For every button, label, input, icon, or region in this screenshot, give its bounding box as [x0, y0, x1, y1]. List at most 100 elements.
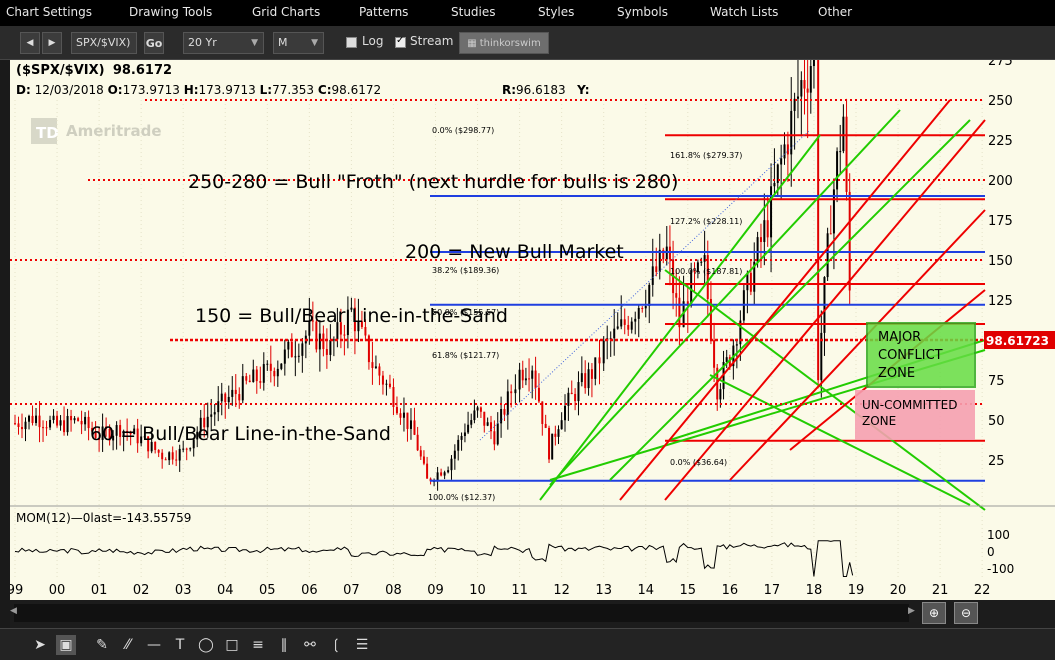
menu-watch-lists[interactable]: Watch Lists	[710, 5, 778, 19]
more-tools-icon[interactable]: ☰	[352, 635, 372, 655]
fib-label: 100.0% ($187.81)	[670, 267, 742, 276]
x-axis-label: 15	[680, 583, 697, 598]
timeframe-select[interactable]: 20 Yr ▼	[183, 32, 264, 54]
back-button[interactable]: ◀	[20, 32, 40, 54]
menu-drawing-tools[interactable]: Drawing Tools	[129, 5, 212, 19]
candle-body	[756, 237, 759, 262]
cursor-tool-icon[interactable]: ➤	[30, 635, 50, 655]
menu-styles[interactable]: Styles	[538, 5, 574, 19]
thinkorswim-button[interactable]: ▦ thinkorswim	[459, 32, 549, 54]
candle-body	[457, 439, 460, 451]
fibonacci-tool-icon[interactable]: ≡	[248, 635, 268, 655]
uncommitted-zone-label: UN-COMMITTED	[862, 398, 957, 412]
candle-body	[655, 266, 658, 272]
menu-grid-charts[interactable]: Grid Charts	[252, 5, 320, 19]
candle-body	[803, 80, 806, 89]
price-channel-tool-icon[interactable]: ⚯	[300, 635, 320, 655]
candle-body	[213, 412, 216, 415]
chart-area[interactable]: ($SPX/$VIX) 98.6172 D: 12/03/2018 O:173.…	[10, 60, 1055, 600]
candle-body	[161, 452, 164, 460]
horizontal-line-tool-icon[interactable]: —	[144, 635, 164, 655]
checkmark-icon: ✓	[396, 35, 405, 46]
candle-body	[463, 432, 466, 436]
back-arrow-icon: ◀	[26, 38, 34, 48]
candle-body	[479, 407, 482, 412]
candle-body	[651, 266, 654, 285]
x-axis-label: 10	[469, 583, 486, 598]
candle-body	[245, 376, 248, 381]
candle-body	[84, 416, 87, 425]
forward-arrow-icon: ▶	[48, 38, 56, 48]
major-zone-label: MAJOR	[878, 330, 921, 345]
candle-body	[749, 272, 752, 292]
candle-body	[395, 407, 398, 414]
thinkorswim-logo-icon: ▦	[467, 37, 477, 49]
gann-fan-tool-icon[interactable]: ❲	[326, 635, 346, 655]
candle-body	[24, 421, 27, 430]
candle-body	[713, 340, 716, 368]
zoom-in-icon: ⊕	[928, 606, 940, 620]
candle-body	[392, 387, 395, 408]
candle-body	[836, 151, 839, 190]
scroll-left-icon[interactable]: ◀	[10, 606, 17, 616]
pencil-tool-icon[interactable]: ✎	[92, 635, 112, 655]
go-button[interactable]: Go	[144, 32, 164, 54]
candle-body	[385, 383, 388, 385]
candle-body	[584, 373, 587, 389]
candle-body	[234, 389, 237, 395]
candle-body	[371, 362, 374, 368]
symbol-input[interactable]: SPX/$VIX)	[71, 32, 137, 54]
candle-body	[35, 415, 38, 424]
candle-body	[447, 470, 450, 473]
candle-body	[537, 387, 540, 402]
candle-body	[280, 363, 283, 369]
candle-body	[510, 391, 513, 394]
candle-body	[613, 328, 616, 339]
candle-body	[493, 431, 496, 445]
forward-button[interactable]: ▶	[42, 32, 62, 54]
candle-body	[343, 334, 346, 336]
zoom-in-button[interactable]: ⊕	[922, 602, 946, 624]
menu-other[interactable]: Other	[818, 5, 852, 19]
last-price-axis-label: 98.61723	[986, 334, 1049, 348]
aggregation-select[interactable]: M ▼	[273, 32, 324, 54]
candle-body	[52, 415, 55, 420]
candle-body	[409, 420, 412, 429]
parallel-lines-tool-icon[interactable]: ⁄⁄	[118, 635, 138, 655]
candle-body	[637, 307, 640, 319]
menu-chart-settings[interactable]: Chart Settings	[6, 5, 92, 19]
candle-body	[706, 255, 709, 299]
horizontal-scrollbar[interactable]	[14, 604, 909, 622]
candle-body	[476, 407, 479, 411]
candle-body	[227, 396, 230, 403]
menu-symbols[interactable]: Symbols	[617, 5, 668, 19]
candle-body	[675, 293, 678, 298]
ellipse-tool-icon[interactable]: ◯	[196, 635, 216, 655]
candle-body	[574, 393, 577, 402]
fib-extension-tool-icon[interactable]: ∥	[274, 635, 294, 655]
annotation-froth: 250-280 = Bull "Froth" (next hurdle for …	[188, 171, 678, 193]
mom-line	[14, 540, 854, 577]
x-axis-label: 13	[595, 583, 612, 598]
candle-body	[255, 369, 258, 382]
candle-body	[329, 339, 332, 355]
menu-patterns[interactable]: Patterns	[359, 5, 408, 19]
rectangle-tool-icon[interactable]: □	[222, 635, 242, 655]
zoom-out-button[interactable]: ⊖	[954, 602, 978, 624]
candle-body	[570, 392, 573, 394]
stream-checkbox[interactable]: ✓	[395, 35, 406, 48]
toolbar: ◀ ▶ SPX/$VIX) Go 20 Yr ▼ M ▼ Log ✓ Stream …	[0, 26, 1055, 60]
mom-axis-label: 100	[987, 528, 1010, 542]
candle-body	[770, 186, 773, 238]
log-checkbox[interactable]	[346, 37, 357, 48]
candle-body	[157, 449, 160, 453]
x-axis-label: 04	[217, 583, 234, 598]
candle-body	[185, 448, 188, 450]
candle-body	[290, 341, 293, 357]
menu-studies[interactable]: Studies	[451, 5, 496, 19]
scroll-right-icon[interactable]: ▶	[908, 606, 915, 616]
crosshair-tool-icon[interactable]: ▣	[56, 635, 76, 655]
candle-body	[367, 335, 370, 363]
text-tool-icon[interactable]: T	[170, 635, 190, 655]
x-axis-label: 05	[259, 583, 276, 598]
